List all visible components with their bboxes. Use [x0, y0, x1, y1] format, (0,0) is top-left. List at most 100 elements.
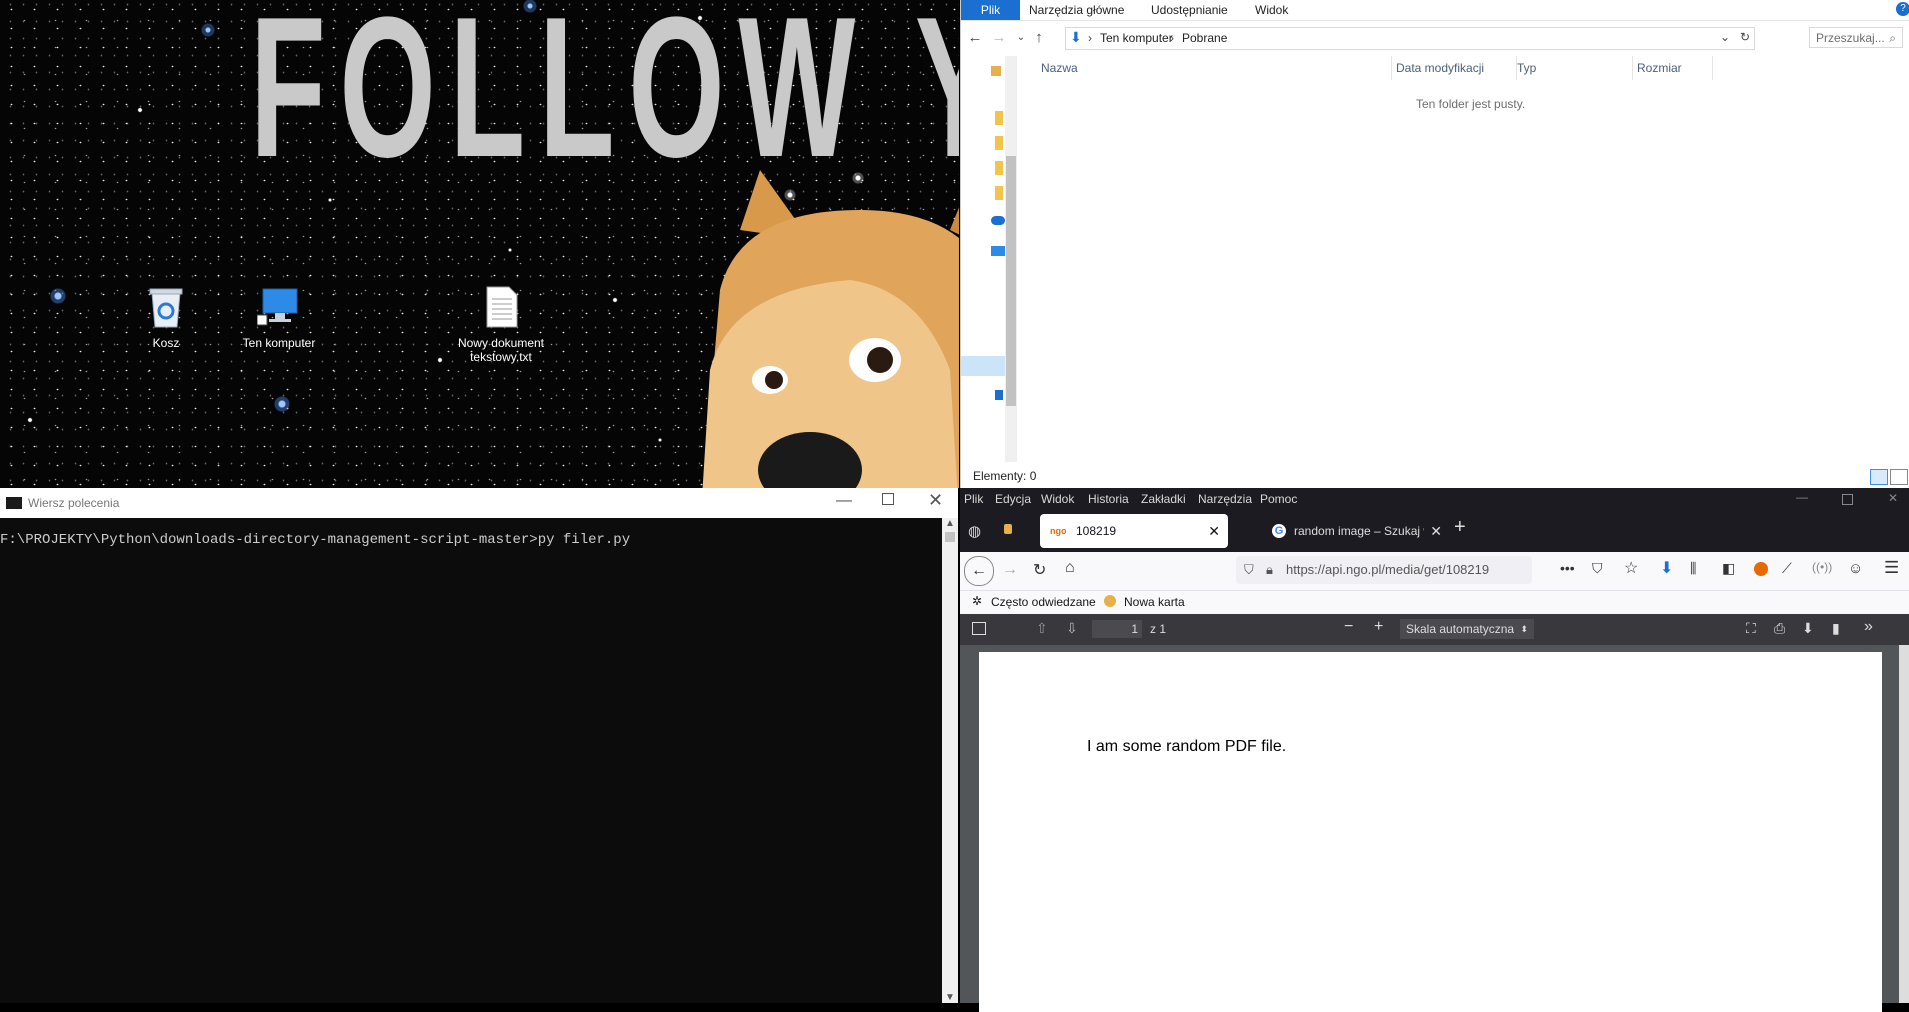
scrollbar-thumb[interactable] — [1006, 156, 1016, 406]
desktop-icon-recycle-bin[interactable]: Kosz — [121, 285, 211, 350]
menu-bar: Plik Edycja Widok Historia Zakładki Narz… — [960, 488, 1909, 510]
menu-edit[interactable]: Edycja — [995, 488, 1031, 510]
home-icon[interactable]: ⌂ — [1065, 559, 1075, 577]
bookmark-new-tab[interactable]: Nowa karta — [1124, 595, 1185, 609]
pdf-toolbar: ⇧ ⇩ 1 z 1 − + Skala automatyczna ⬍ ⛶ ⎙ ⬇… — [960, 614, 1909, 645]
wallpaper-doge — [702, 170, 959, 488]
desktop-icon-text-document[interactable]: Nowy dokument tekstowy.txt — [456, 285, 546, 364]
scroll-up-icon[interactable]: ▲ — [945, 518, 955, 529]
address-dropdown-chevron-icon[interactable]: ⌄ — [1720, 30, 1730, 44]
title-bar: Wiersz polecenia — ✕ — [0, 488, 958, 518]
bookmark-most-visited[interactable]: Często odwiedzane — [991, 595, 1096, 609]
help-icon[interactable]: ? — [1896, 2, 1909, 16]
search-input[interactable]: Przeszukaj... ⌕ — [1809, 27, 1903, 48]
recent-locations-chevron-icon[interactable]: ⌄ — [1011, 28, 1031, 48]
folder-icon — [995, 161, 1003, 175]
downloads-icon[interactable]: ⬇ — [1660, 558, 1673, 578]
ribbon-tabs: Plik Narzędzia główne Udostępnianie Wido… — [961, 0, 1909, 21]
column-header-date-modified[interactable]: Data modyfikacji — [1392, 56, 1517, 80]
eyedropper-icon[interactable]: ⟋ — [1782, 560, 1792, 577]
menu-hamburger-icon[interactable]: ☰ — [1884, 558, 1899, 578]
scrollbar-thumb[interactable] — [945, 532, 955, 542]
refresh-icon[interactable]: ↻ — [1740, 30, 1750, 44]
gear-icon: ✲ — [972, 594, 983, 608]
google-favicon: G — [1272, 524, 1286, 538]
up-arrow-icon[interactable]: ↑ — [1029, 28, 1049, 48]
breadcrumb-separator-icon: › — [1088, 31, 1092, 45]
address-box[interactable]: ⬇ › Ten komputer › Pobrane ⌄ ↻ — [1065, 27, 1755, 50]
menu-help[interactable]: Pomoc — [1260, 488, 1297, 510]
desktop-icon-this-pc[interactable]: Ten komputer — [234, 285, 324, 350]
ribbon-tab-view[interactable]: Widok — [1255, 0, 1288, 20]
zoom-select[interactable]: Skala automatyczna ⬍ — [1400, 619, 1534, 639]
zoom-out-icon[interactable]: − — [1344, 618, 1353, 636]
minimize-icon[interactable]: — — [836, 492, 852, 510]
close-icon[interactable]: ✕ — [1888, 491, 1898, 505]
zoom-in-icon[interactable]: + — [1374, 618, 1383, 636]
menu-history[interactable]: Historia — [1088, 488, 1129, 510]
tools-chevron-icon[interactable]: » — [1864, 618, 1873, 636]
maximize-icon[interactable] — [1842, 494, 1853, 505]
ngo-favicon: ngo — [1050, 526, 1067, 536]
extension-icon[interactable]: ((•)) — [1812, 560, 1832, 574]
column-header-size[interactable]: Rozmiar — [1633, 56, 1713, 80]
url-bar[interactable]: ⛉ 🔒︎ https://api.ngo.pl/media/get/108219 — [1236, 556, 1532, 584]
menu-view[interactable]: Widok — [1041, 488, 1074, 510]
menu-bookmarks[interactable]: Zakładki — [1141, 488, 1186, 510]
back-arrow-icon[interactable]: ← — [965, 28, 985, 48]
large-icons-view-icon[interactable] — [1890, 469, 1908, 485]
pdf-scrollbar[interactable] — [1899, 645, 1909, 1003]
zoom-value: Skala automatyczna — [1406, 622, 1515, 636]
breadcrumb-downloads[interactable]: Pobrane — [1182, 31, 1227, 45]
menu-file[interactable]: Plik — [964, 488, 983, 510]
pinned-tab-icon[interactable] — [1004, 524, 1012, 534]
maximize-icon[interactable] — [882, 493, 894, 505]
page-number-input[interactable]: 1 — [1092, 620, 1142, 638]
account-icon[interactable]: ☺ — [1848, 560, 1863, 577]
console-output[interactable]: F:\PROJEKTY\Python\downloads-directory-m… — [0, 518, 942, 1003]
tab-title: 108219 — [1076, 524, 1117, 538]
print-icon[interactable]: ⎙ — [1774, 620, 1785, 637]
desktop-icon-label: Nowy dokument tekstowy.txt — [457, 336, 545, 364]
navigation-pane-scrollbar[interactable] — [1005, 56, 1017, 462]
tab-close-icon[interactable]: ✕ — [1430, 514, 1442, 548]
save-icon[interactable]: ⬇ — [1802, 620, 1814, 637]
tab-pdf-108219[interactable]: ngo 108219 ✕ — [1040, 514, 1228, 548]
presentation-mode-icon[interactable]: ⛶ — [1746, 620, 1756, 637]
column-header-name[interactable]: Nazwa — [1037, 56, 1392, 80]
scroll-down-icon[interactable]: ▼ — [945, 992, 955, 1003]
close-icon[interactable]: ✕ — [928, 490, 943, 511]
globe-icon[interactable]: ◍ — [968, 522, 981, 540]
text-file-icon — [486, 286, 518, 328]
back-arrow-icon[interactable]: ← — [964, 556, 994, 586]
previous-page-icon[interactable]: ⇧ — [1036, 620, 1048, 637]
console-scrollbar[interactable]: ▲ ▼ — [942, 518, 958, 1003]
sidebar-icon[interactable]: ◧ — [1722, 560, 1735, 577]
breadcrumb-this-pc[interactable]: Ten komputer — [1100, 31, 1173, 45]
minimize-icon[interactable]: — — [1796, 490, 1808, 504]
column-header-type[interactable]: Typ — [1513, 56, 1633, 80]
ribbon-tab-file[interactable]: Plik — [961, 0, 1020, 20]
details-view-icon[interactable] — [1870, 469, 1888, 485]
forward-arrow-icon[interactable]: → — [989, 28, 1009, 48]
page-actions-icon[interactable]: ••• — [1560, 560, 1575, 576]
ribbon-tab-home[interactable]: Narzędzia główne — [1029, 0, 1124, 20]
tab-google-search[interactable]: G random image – Szukaj w Goo ✕ — [1270, 514, 1444, 548]
next-page-icon[interactable]: ⇩ — [1066, 620, 1078, 637]
forward-arrow-icon[interactable]: → — [1002, 561, 1018, 579]
tab-close-icon[interactable]: ✕ — [1208, 514, 1220, 548]
extension-icon[interactable] — [1754, 562, 1768, 576]
new-tab-plus-icon[interactable]: + — [1454, 516, 1466, 539]
sidebar-toggle-icon[interactable] — [972, 622, 986, 635]
menu-tools[interactable]: Narzędzia — [1198, 488, 1252, 510]
ribbon-tab-share[interactable]: Udostępnianie — [1151, 0, 1228, 20]
pocket-icon[interactable]: ⛉ — [1592, 560, 1603, 577]
address-bar-row: ← → ⌄ ↑ ⬇ › Ten komputer › Pobrane ⌄ ↻ P… — [961, 24, 1909, 52]
pdf-viewer[interactable]: I am some random PDF file. — [960, 645, 1909, 1012]
library-icon[interactable]: ⫼ — [1690, 560, 1696, 577]
bookmark-star-icon[interactable]: ☆ — [1624, 558, 1638, 578]
bookmark-icon[interactable]: ▮ — [1832, 620, 1840, 637]
reload-icon[interactable]: ↻ — [1033, 560, 1046, 580]
bookmarks-toolbar: ✲ Często odwiedzane Nowa karta — [960, 590, 1909, 614]
command-prompt-window: Wiersz polecenia — ✕ F:\PROJEKTY\Python\… — [0, 488, 958, 1003]
